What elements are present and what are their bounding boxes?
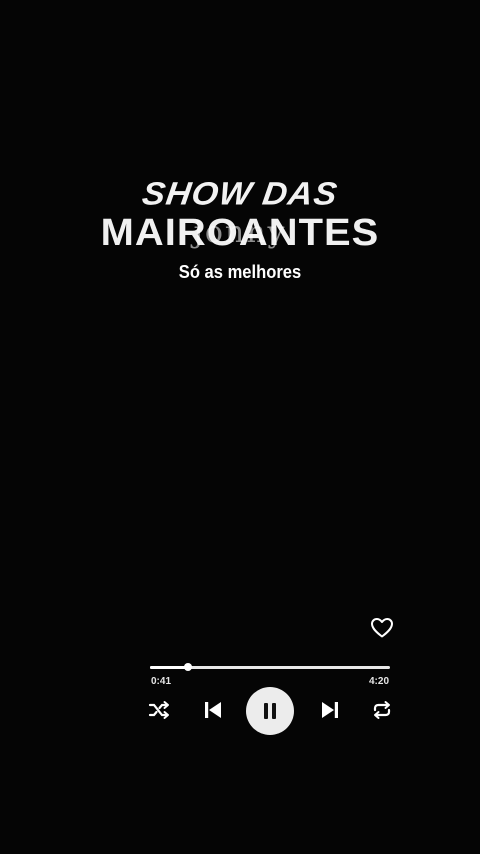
logo-overlay-text: jonny [193, 215, 287, 250]
pause-icon [264, 703, 276, 719]
like-heart-icon[interactable] [370, 617, 394, 639]
progress-knob[interactable] [184, 663, 193, 671]
progress-bar[interactable] [150, 662, 390, 672]
elapsed-time: 0:41 [151, 676, 172, 687]
shuffle-icon[interactable] [148, 700, 170, 720]
logo-line-1: SHOW DAS [139, 175, 341, 213]
repeat-icon[interactable] [371, 700, 393, 720]
total-time: 4:20 [369, 676, 390, 687]
progress-fill [150, 666, 189, 669]
skip-previous-icon[interactable] [203, 700, 223, 720]
skip-next-icon[interactable] [320, 700, 340, 720]
title-block: SHOW DAS MAIROANTES jonny Só as melhores [0, 174, 480, 284]
logo-line-2-wrap: MAIROANTES jonny [0, 210, 480, 256]
subtitle: Só as melhores [178, 262, 302, 282]
player-screen: SHOW DAS MAIROANTES jonny Só as melhores… [0, 0, 480, 854]
pause-button[interactable] [246, 687, 294, 735]
